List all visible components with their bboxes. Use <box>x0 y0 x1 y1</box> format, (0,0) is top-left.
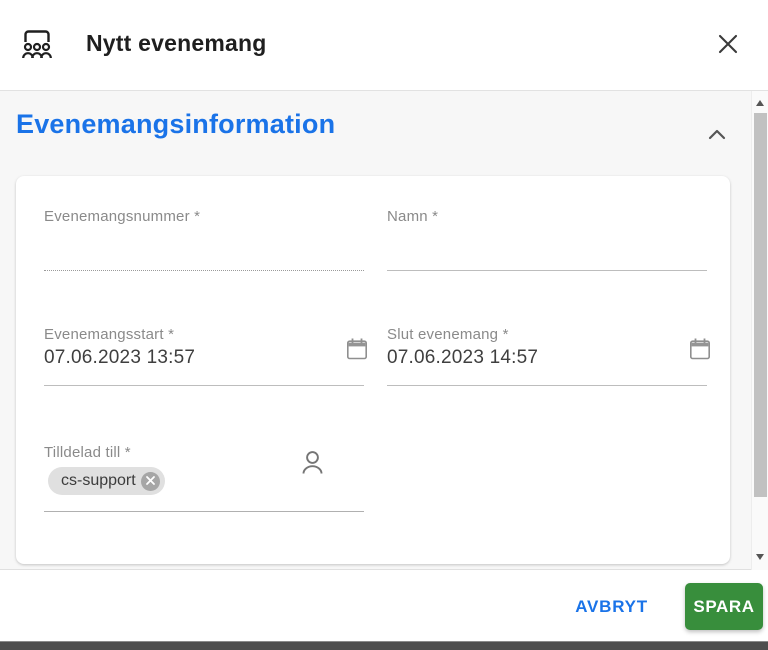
name-label: Namn * <box>387 208 439 225</box>
chip-label: cs-support <box>61 472 136 489</box>
scrollbar-thumb[interactable] <box>754 113 767 497</box>
circle-x-icon <box>145 474 156 489</box>
event-end-value[interactable]: 07.06.2023 14:57 <box>387 347 707 369</box>
event-number-label: Evenemangsnummer * <box>44 208 201 225</box>
scrollbar[interactable] <box>751 91 768 570</box>
event-number-input[interactable] <box>44 225 364 259</box>
event-end-field[interactable]: Slut evenemang * 07.06.2023 14:57 <box>387 326 710 386</box>
person-icon[interactable] <box>297 447 328 480</box>
dialog-header: Nytt evenemang <box>0 0 768 90</box>
name-input[interactable] <box>387 225 707 259</box>
dialog-body: Evenemangsinformation Evenemangsnummer *… <box>0 90 768 570</box>
triangle-up-icon[interactable] <box>756 100 764 106</box>
close-icon <box>716 34 740 59</box>
event-audience-icon <box>17 23 57 65</box>
event-start-field[interactable]: Evenemangsstart * 07.06.2023 13:57 <box>44 326 367 386</box>
event-end-label: Slut evenemang * <box>387 326 509 343</box>
assigned-to-field[interactable]: Tilldelad till * cs-support <box>44 444 364 512</box>
triangle-down-icon[interactable] <box>756 554 764 560</box>
new-event-dialog: Nytt evenemang Evenemangsinformation Eve… <box>0 0 768 650</box>
assigned-chip: cs-support <box>48 467 165 495</box>
calendar-icon[interactable] <box>343 335 371 363</box>
cancel-button[interactable]: AVBRYT <box>561 583 662 630</box>
event-info-card: Evenemangsnummer * Namn * Evenemangsstar… <box>16 176 730 564</box>
event-start-label: Evenemangsstart * <box>44 326 175 343</box>
chevron-up-icon[interactable] <box>708 127 726 140</box>
chip-remove-button[interactable] <box>140 471 160 491</box>
event-start-value[interactable]: 07.06.2023 13:57 <box>44 347 364 369</box>
save-button[interactable]: SPARA <box>685 583 763 630</box>
calendar-icon[interactable] <box>686 335 714 363</box>
event-number-field[interactable]: Evenemangsnummer * <box>44 208 364 271</box>
background-page-edge <box>0 641 768 650</box>
dialog-title: Nytt evenemang <box>86 30 267 56</box>
dialog-footer: AVBRYT SPARA <box>0 571 768 641</box>
close-button[interactable] <box>714 31 742 59</box>
name-field[interactable]: Namn * <box>387 208 707 271</box>
section-title: Evenemangsinformation <box>16 109 336 139</box>
